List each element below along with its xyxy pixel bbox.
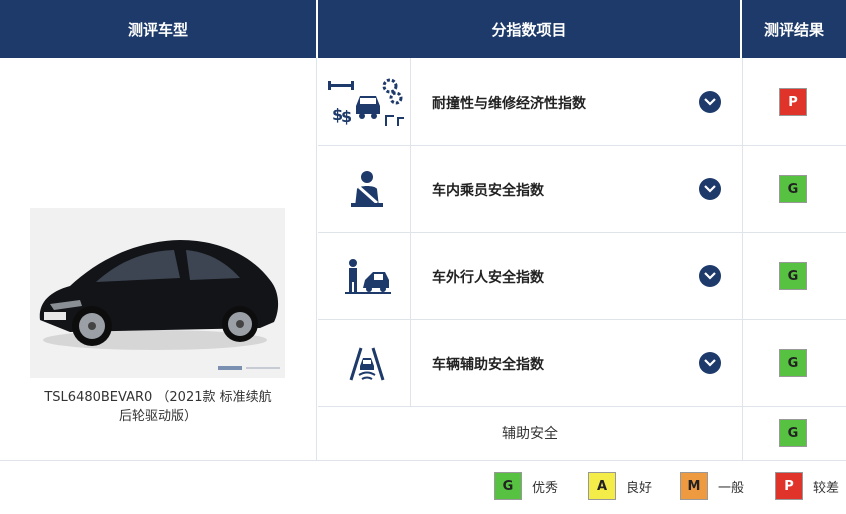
seatbelt-occupant-icon [326, 145, 408, 232]
row-label-pedestrian: 车外行人安全指数 [432, 270, 544, 286]
crash-repair-icon: $ $ [326, 58, 408, 145]
car-caption-line2: 后轮驱动版） [118, 409, 197, 424]
header-items: 分指数项目 [318, 0, 740, 58]
legend-text-poor: 较差 [813, 480, 840, 496]
svg-text:$: $ [341, 107, 352, 126]
chevron-down-icon [704, 98, 716, 106]
legend-item-acceptable: A 良好 [588, 472, 652, 500]
legend-badge-marginal: M [680, 472, 708, 500]
expand-chevron-crash[interactable] [699, 91, 721, 113]
index-row-assist: 车辆辅助安全指数 G [318, 319, 846, 406]
divider [0, 460, 846, 461]
pedestrian-icon [326, 232, 408, 319]
row-label-occupant: 车内乘员安全指数 [432, 183, 544, 199]
car-caption: TSL6480BEVAR0 （2021款 标准续航 后轮驱动版） [0, 388, 316, 426]
expand-chevron-assist[interactable] [699, 352, 721, 374]
result-badge-occupant: G [779, 175, 807, 203]
chevron-down-icon [704, 359, 716, 367]
table-header: 测评车型 分指数项目 测评结果 [0, 0, 846, 58]
legend-text-good: 优秀 [532, 480, 559, 496]
car-model-cell: TSL6480BEVAR0 （2021款 标准续航 后轮驱动版） [0, 58, 316, 460]
header-result: 测评结果 [742, 0, 846, 58]
index-row-crash: $ $ 耐撞性与维修经济性指数 P [318, 58, 846, 145]
aux-safety-label: 辅助安全 [502, 426, 558, 442]
divider [318, 406, 846, 407]
legend-item-poor: P 较差 [775, 472, 839, 500]
result-badge-pedestrian: G [779, 262, 807, 290]
index-row-pedestrian: 车外行人安全指数 G [318, 232, 846, 319]
expand-chevron-pedestrian[interactable] [699, 265, 721, 287]
legend-item-good: G 优秀 [494, 472, 558, 500]
result-badge-aux: G [779, 419, 807, 447]
result-badge-crash: P [779, 88, 807, 116]
legend-badge-good: G [494, 472, 522, 500]
row-label-assist: 车辆辅助安全指数 [432, 357, 544, 373]
row-label-crash: 耐撞性与维修经济性指数 [432, 96, 586, 112]
result-badge-assist: G [779, 349, 807, 377]
legend-text-acceptable: 良好 [626, 480, 653, 496]
legend-badge-poor: P [775, 472, 803, 500]
legend-item-marginal: M 一般 [680, 472, 744, 500]
expand-chevron-occupant[interactable] [699, 178, 721, 200]
car-photo [30, 208, 285, 378]
legend-badge-acceptable: A [588, 472, 616, 500]
chevron-down-icon [704, 272, 716, 280]
index-row-occupant: 车内乘员安全指数 G [318, 145, 846, 232]
legend-text-marginal: 一般 [718, 480, 745, 496]
lane-assist-icon [326, 319, 408, 406]
divider [316, 58, 317, 460]
chevron-down-icon [704, 185, 716, 193]
car-caption-line1: TSL6480BEVAR0 （2021款 标准续航 [44, 390, 272, 405]
header-model: 测评车型 [0, 0, 316, 58]
